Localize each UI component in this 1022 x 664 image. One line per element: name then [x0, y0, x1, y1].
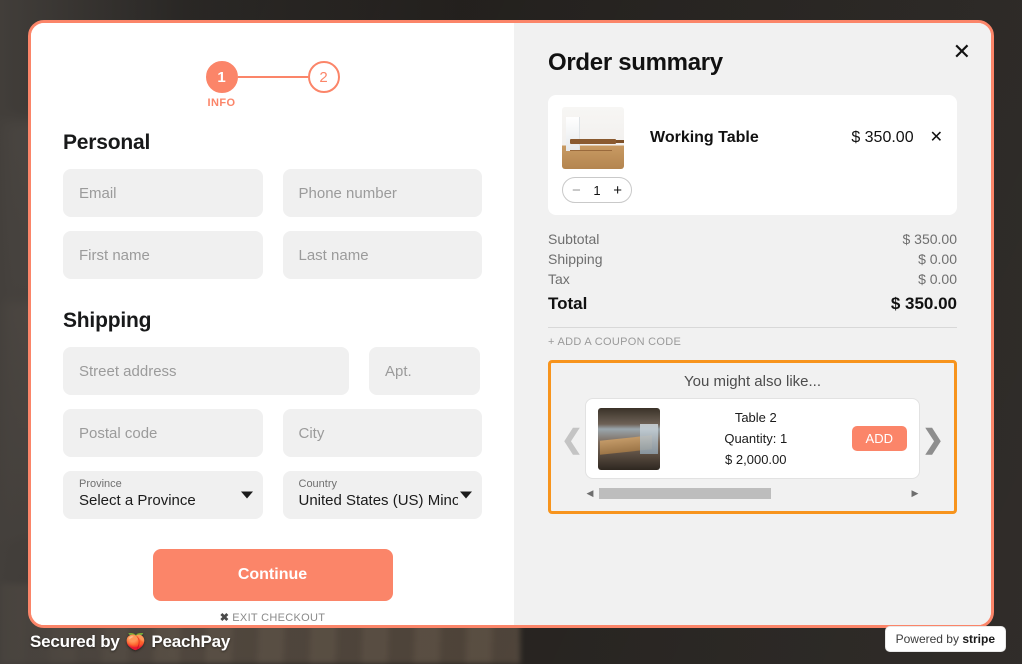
subtotal-value: $ 350.00 [902, 231, 958, 247]
totals-row-tax: Tax $ 0.00 [548, 269, 957, 289]
totals-row-subtotal: Subtotal $ 350.00 [548, 229, 957, 249]
total-value: $ 350.00 [890, 294, 957, 313]
recommendation-name: Table 2 [734, 410, 777, 425]
country-select-label: Country [298, 478, 338, 490]
quantity-value: 1 [593, 182, 601, 198]
total-label: Total [548, 294, 588, 313]
stepper-step-1[interactable]: 1 INFO [205, 61, 238, 109]
tax-label: Tax [548, 271, 570, 287]
powered-by-label: Powered by [895, 632, 959, 646]
totals-row-total: Total $ 350.00 [548, 291, 957, 317]
step-2-circle: 2 [307, 61, 340, 93]
phone-input[interactable] [282, 169, 482, 217]
recommendation-thumbnail [598, 407, 660, 470]
subtotal-label: Subtotal [548, 231, 600, 247]
country-select-value: United States (US) Minor O [298, 492, 459, 509]
recommendation-price: $ 2,000.00 [725, 452, 787, 467]
personal-row-2 [63, 231, 482, 279]
shipping-row-1 [63, 347, 482, 395]
remove-item-button[interactable]: ✕ [930, 130, 943, 146]
quantity-increase-button[interactable]: + [613, 183, 622, 198]
add-coupon-link[interactable]: + ADD A COUPON CODE [548, 336, 957, 348]
powered-by-stripe-badge: Powered by stripe [884, 626, 1006, 652]
province-select-label: Province [79, 478, 122, 490]
recommendation-card[interactable]: Table 2 Quantity: 1 $ 2,000.00 ADD [585, 398, 920, 479]
recommendations-body: ❮ Table 2 Quantity: 1 $ 2,000.00 ADD ❯ [559, 398, 946, 479]
province-select-value: Select a Province [79, 492, 196, 509]
tax-value: $ 0.00 [918, 271, 957, 287]
personal-row-1 [63, 169, 482, 217]
exit-checkout-label: EXIT CHECKOUT [232, 612, 326, 624]
quantity-decrease-button[interactable]: − [572, 183, 581, 198]
apartment-input[interactable] [369, 347, 480, 395]
postal-code-input[interactable] [63, 409, 263, 457]
recommendation-info: Table 2 Quantity: 1 $ 2,000.00 [660, 407, 852, 470]
personal-heading: Personal [63, 131, 151, 154]
order-summary-pane: ✕ Order summary Working Table $ 350.00 ✕… [514, 23, 991, 625]
recommendation-quantity: Quantity: 1 [724, 431, 788, 446]
cart-item-name: Working Table [650, 129, 759, 146]
scroll-left-arrow-icon[interactable]: ◀ [585, 488, 595, 498]
checkout-modal: 1 INFO 2 Personal Shipping [28, 20, 994, 628]
last-name-input[interactable] [282, 231, 482, 279]
continue-button[interactable]: Continue [152, 549, 393, 601]
add-recommendation-button[interactable]: ADD [851, 426, 907, 451]
step-1-label: INFO [207, 97, 236, 109]
peachpay-brand-label: PeachPay [151, 632, 231, 651]
step-1-circle: 1 [205, 61, 238, 93]
street-address-input[interactable] [63, 347, 349, 395]
chevron-right-icon[interactable]: ❯ [920, 426, 946, 452]
shipping-label: Shipping [548, 251, 603, 267]
recommendations-title: You might also like... [683, 373, 822, 390]
totals-divider [548, 327, 957, 328]
totals-list: Subtotal $ 350.00 Shipping $ 0.00 Tax $ … [548, 229, 957, 317]
chevron-down-icon [460, 491, 472, 499]
page-title: Order summary [548, 49, 723, 76]
scroll-right-arrow-icon[interactable]: ▶ [910, 488, 920, 498]
checkout-stepper: 1 INFO 2 [63, 61, 482, 109]
secured-by-peachpay: Secured by 🍑 PeachPay [30, 632, 230, 652]
province-select[interactable]: Province Select a Province [63, 471, 263, 519]
exit-checkout-link[interactable]: ✖ EXIT CHECKOUT [63, 611, 482, 624]
cart-item-card: Working Table $ 350.00 ✕ − 1 + [548, 95, 957, 215]
scrollbar-thumb[interactable] [599, 487, 771, 499]
city-input[interactable] [282, 409, 482, 457]
shipping-heading: Shipping [63, 309, 152, 332]
email-input[interactable] [63, 169, 263, 217]
shipping-row-3: Province Select a Province Country Unite… [63, 471, 482, 519]
cart-item-price: $ 350.00 [851, 129, 914, 146]
close-modal-button[interactable]: ✕ [953, 41, 971, 63]
recommendations-carousel: You might also like... ❮ Table 2 Quantit… [548, 360, 957, 514]
chevron-down-icon [240, 491, 253, 499]
chevron-left-icon[interactable]: ❮ [559, 426, 585, 452]
peach-icon: 🍑 [125, 634, 146, 651]
cart-item-row: Working Table $ 350.00 ✕ [562, 107, 943, 169]
product-thumbnail [562, 107, 624, 169]
stepper-step-2[interactable]: 2 [307, 61, 340, 93]
shipping-row-2 [63, 409, 482, 457]
stripe-brand-label: stripe [962, 632, 995, 646]
secured-by-label: Secured by [30, 632, 120, 651]
country-select[interactable]: Country United States (US) Minor O [282, 471, 482, 519]
quantity-stepper[interactable]: − 1 + [562, 177, 632, 203]
first-name-input[interactable] [63, 231, 263, 279]
shipping-value: $ 0.00 [918, 251, 957, 267]
totals-row-shipping: Shipping $ 0.00 [548, 249, 957, 269]
checkout-form-pane: 1 INFO 2 Personal Shipping [31, 23, 514, 625]
close-icon: ✖ [219, 612, 230, 624]
stepper-connector [237, 76, 308, 78]
scrollbar-track[interactable] [599, 487, 906, 499]
carousel-scrollbar[interactable]: ◀ ▶ [585, 487, 920, 499]
